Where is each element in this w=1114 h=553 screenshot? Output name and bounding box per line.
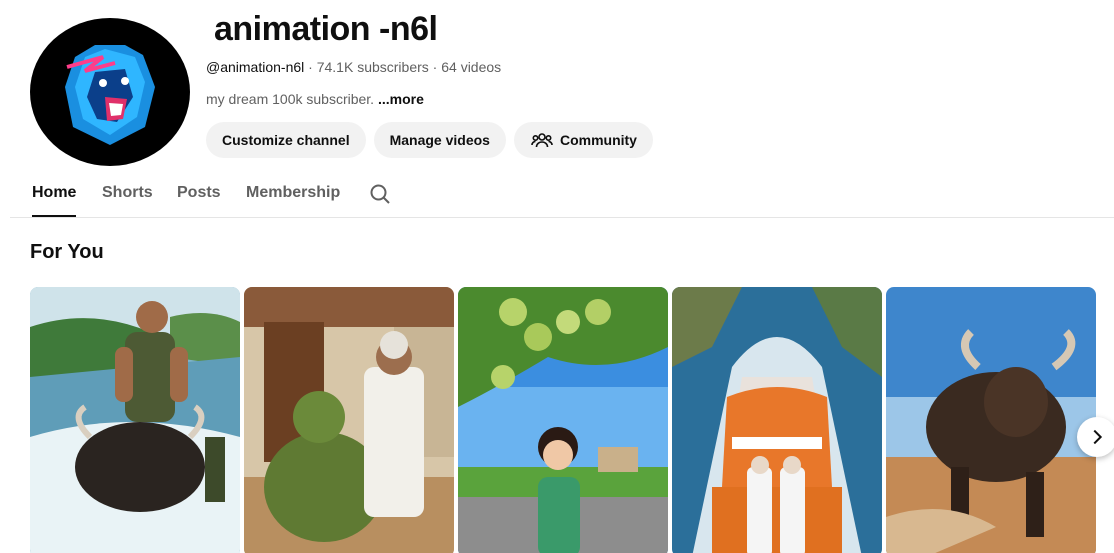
people-icon — [530, 128, 554, 152]
section-title: For You — [30, 241, 104, 263]
channel-actions: Customize channel Manage videos Communit… — [206, 122, 653, 158]
description-text: my dream 100k subscriber. — [206, 91, 375, 107]
next-button[interactable] — [1077, 417, 1114, 457]
short-thumbnail[interactable] — [30, 287, 240, 553]
lion-logo-icon — [65, 45, 155, 145]
community-button[interactable]: Community — [513, 122, 653, 158]
short-thumbnail[interactable] — [672, 287, 882, 553]
tab-home[interactable]: Home — [32, 184, 77, 217]
meta-separator: · — [304, 59, 317, 75]
more-link[interactable]: ...more — [378, 91, 424, 107]
chevron-right-icon — [1093, 429, 1103, 445]
short-thumbnail[interactable] — [244, 287, 454, 553]
channel-description[interactable]: my dream 100k subscriber. ...more — [206, 91, 424, 107]
manage-videos-button[interactable]: Manage videos — [373, 122, 506, 158]
search-icon[interactable] — [368, 182, 392, 206]
shorts-shelf — [30, 287, 1114, 553]
customize-channel-button[interactable]: Customize channel — [206, 122, 366, 158]
subscriber-count: 74.1K subscribers — [316, 59, 429, 75]
community-label: Community — [559, 132, 637, 148]
tab-membership[interactable]: Membership — [246, 184, 340, 202]
meta-separator: · — [428, 59, 442, 75]
channel-handle: @animation-n6l — [206, 59, 305, 75]
channel-tabs: Home Shorts Posts Membership — [10, 168, 1114, 218]
video-count: 64 videos — [441, 59, 502, 75]
short-thumbnail[interactable] — [886, 287, 1096, 553]
channel-title: animation -n6l — [214, 10, 438, 48]
tab-shorts[interactable]: Shorts — [102, 184, 153, 202]
short-thumbnail[interactable] — [458, 287, 668, 553]
tab-posts[interactable]: Posts — [177, 184, 221, 202]
channel-avatar[interactable] — [30, 18, 190, 166]
channel-meta: @animation-n6l · 74.1K subscribers · 64 … — [206, 59, 501, 75]
